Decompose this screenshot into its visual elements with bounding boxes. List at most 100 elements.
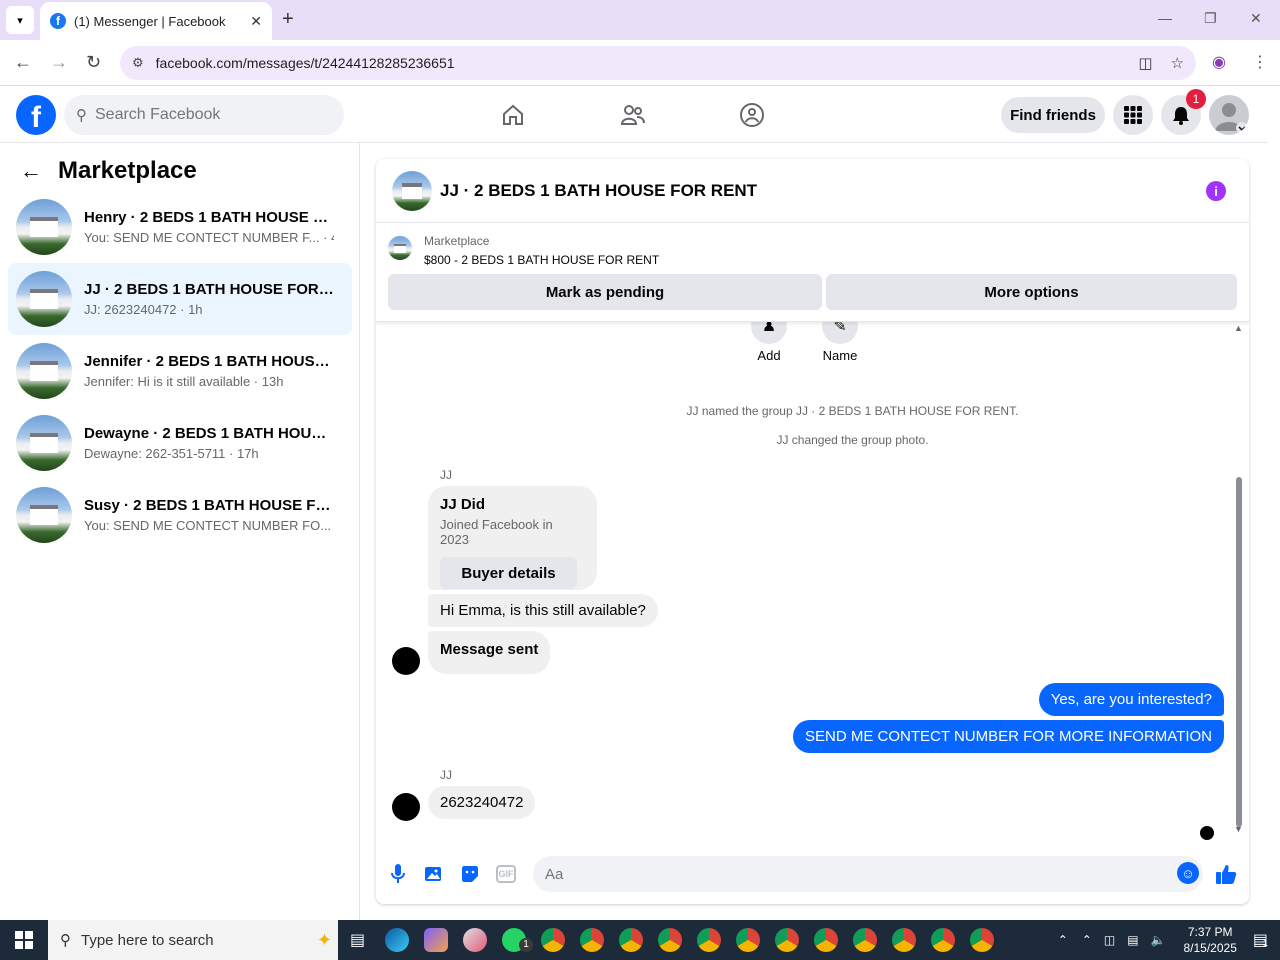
account-avatar[interactable] (1209, 95, 1249, 135)
reload-icon[interactable]: ↻ (86, 52, 101, 73)
clock-time: 7:37 PM (1187, 925, 1233, 939)
sender-avatar[interactable] (392, 647, 420, 675)
info-icon[interactable]: i (1206, 181, 1226, 201)
task-view-icon[interactable]: ▤ (338, 920, 377, 960)
browser-menu-icon[interactable]: ⋮ (1252, 52, 1268, 72)
conversation-preview: You: SEND ME CONTECT NUMBER F... · 4m (84, 230, 334, 245)
friends-icon[interactable] (619, 101, 647, 129)
chat-title[interactable]: JJ · 2 BEDS 1 BATH HOUSE FOR RENT (440, 181, 757, 201)
device-icon[interactable]: ◫ (1104, 933, 1115, 947)
back-arrow-icon[interactable]: ← (20, 158, 42, 184)
copilot-icon[interactable] (416, 920, 455, 960)
sticker-icon[interactable] (458, 862, 482, 886)
install-app-icon[interactable]: ◫ (1138, 54, 1152, 72)
conversation-preview: Jennifer: Hi is it still available · 13h (84, 374, 284, 389)
address-bar[interactable]: ⚙ facebook.com/messages/t/24244128285236… (120, 46, 1196, 80)
chrome-profile-icon[interactable] (962, 920, 1001, 960)
site-info-icon[interactable]: ⚙ (132, 55, 144, 71)
back-arrow-icon[interactable]: ← (14, 52, 32, 73)
scrollbar-thumb[interactable] (1236, 477, 1242, 827)
chrome-profile-icon[interactable] (650, 920, 689, 960)
mark-as-pending-button[interactable]: Mark as pending (388, 274, 822, 310)
tab-search-button[interactable]: ▾ (6, 6, 34, 34)
conversation-item[interactable]: Henry · 2 BEDS 1 BATH HOUSE FO... You: S… (8, 191, 352, 263)
find-friends-button[interactable]: Find friends (1001, 97, 1105, 133)
taskbar-clock[interactable]: 7:37 PM 8/15/2025 (1183, 924, 1236, 956)
listing-price[interactable]: $800 - 2 BEDS 1 BATH HOUSE FOR RENT (424, 253, 659, 267)
chrome-profile-icon[interactable] (572, 920, 611, 960)
menu-grid-icon[interactable] (1113, 95, 1153, 135)
windows-start-icon[interactable] (0, 920, 48, 960)
minimize-icon[interactable]: — (1158, 10, 1172, 26)
message-bubble[interactable]: Hi Emma, is this still available? (428, 594, 658, 627)
notification-center-icon[interactable]: ▤ 1 (1253, 930, 1268, 950)
network-icon[interactable]: ▤ (1127, 933, 1138, 947)
thumbs-up-icon[interactable] (1214, 862, 1238, 886)
chrome-profile-icon[interactable] (728, 920, 767, 960)
edge-icon[interactable] (377, 920, 416, 960)
close-tab-icon[interactable]: ✕ (250, 13, 262, 30)
conversation-item-active[interactable]: JJ · 2 BEDS 1 BATH HOUSE FOR RE... JJ: 2… (8, 263, 352, 335)
chrome-profile-icon[interactable] (806, 920, 845, 960)
volume-icon[interactable]: 🔈 (1151, 933, 1166, 947)
scroll-down-icon[interactable]: ▼ (1234, 824, 1243, 834)
facebook-search[interactable]: ⚲ (64, 95, 344, 135)
name-group-action[interactable]: ✎ Name (822, 308, 858, 363)
listing-thumbnail[interactable] (388, 236, 412, 260)
my-message-bubble[interactable]: SEND ME CONTECT NUMBER FOR MORE INFORMAT… (793, 720, 1224, 753)
profile-icon[interactable]: ◉ (1212, 52, 1226, 72)
more-options-button[interactable]: More options (826, 274, 1237, 310)
chrome-profile-icon[interactable] (689, 920, 728, 960)
forward-arrow-icon[interactable]: → (50, 52, 68, 73)
scroll-up-icon[interactable]: ▲ (1234, 323, 1243, 333)
emoji-icon[interactable]: ☺ (1177, 862, 1199, 884)
gif-icon[interactable]: GIF (494, 862, 518, 886)
photo-icon[interactable] (422, 862, 446, 886)
buyer-name: JJ Did (440, 496, 486, 513)
taskbar-search[interactable]: ⚲ Type here to search ✦ (48, 920, 338, 960)
conversation-item[interactable]: Susy · 2 BEDS 1 BATH HOUSE FOR ... You: … (8, 479, 352, 551)
chrome-profile-icon[interactable] (923, 920, 962, 960)
chrome-profile-icon[interactable] (767, 920, 806, 960)
restore-icon[interactable]: ❐ (1204, 10, 1217, 27)
microphone-icon[interactable] (386, 862, 410, 886)
sender-avatar[interactable] (392, 793, 420, 821)
message-bubble[interactable]: 2623240472 (428, 786, 536, 819)
groups-icon[interactable] (738, 101, 766, 129)
facebook-logo-icon[interactable]: f (16, 95, 56, 135)
system-tray: ⌃ ⌃ ◫ ▤ 🔈 7:37 PM 8/15/2025 ▤ 1 (1050, 920, 1280, 960)
message-bubble[interactable]: Message sent (428, 631, 551, 674)
show-hidden-icons-icon[interactable]: ⌃ (1082, 933, 1092, 947)
chrome-profile-icon[interactable] (845, 920, 884, 960)
thread-scrollbar[interactable]: ▲ ▼ (1234, 323, 1244, 839)
new-tab-button[interactable]: + (282, 8, 294, 31)
buyer-details-button[interactable]: Buyer details (440, 557, 577, 589)
chrome-profile-icon[interactable] (884, 920, 923, 960)
page-scrollbar[interactable] (1268, 87, 1280, 920)
sender-label: JJ (440, 468, 452, 482)
conversation-item[interactable]: Jennifer · 2 BEDS 1 BATH HOUSE F... Jenn… (8, 335, 352, 407)
message-input-box[interactable] (533, 856, 1203, 892)
browser-tab[interactable]: f (1) Messenger | Facebook ✕ (40, 2, 272, 40)
url-text[interactable]: facebook.com/messages/t/2424412828523665… (156, 55, 1121, 71)
group-photo[interactable] (392, 170, 432, 211)
taskbar-overflow-icon[interactable]: ⌃ (1058, 933, 1068, 947)
buyer-joined: Joined Facebook in 2023 (440, 517, 553, 547)
listing-thumbnail (16, 415, 72, 471)
bookmark-star-icon[interactable]: ☆ (1171, 54, 1184, 72)
conversation-name: Jennifer · 2 BEDS 1 BATH HOUSE F... (84, 353, 334, 370)
message-input[interactable] (545, 865, 1145, 883)
home-icon[interactable] (499, 101, 527, 129)
system-message: JJ changed the group photo. (776, 433, 929, 447)
window-close-icon[interactable]: ✕ (1250, 10, 1262, 27)
add-member-action[interactable]: ♟ Add (751, 308, 787, 363)
paint-icon[interactable] (455, 920, 494, 960)
message-thread: ♟ Add ✎ Name JJ named the group JJ · 2 B… (376, 308, 1249, 842)
chrome-profile-icon[interactable] (533, 920, 572, 960)
conversation-item[interactable]: Dewayne · 2 BEDS 1 BATH HOUSE ... Dewayn… (8, 407, 352, 479)
read-receipt-avatar (1200, 826, 1214, 840)
chrome-profile-icon[interactable] (611, 920, 650, 960)
facebook-search-input[interactable] (95, 106, 315, 124)
my-message-bubble[interactable]: Yes, are you interested? (1038, 683, 1224, 716)
whatsapp-icon[interactable]: 1 (494, 920, 533, 960)
